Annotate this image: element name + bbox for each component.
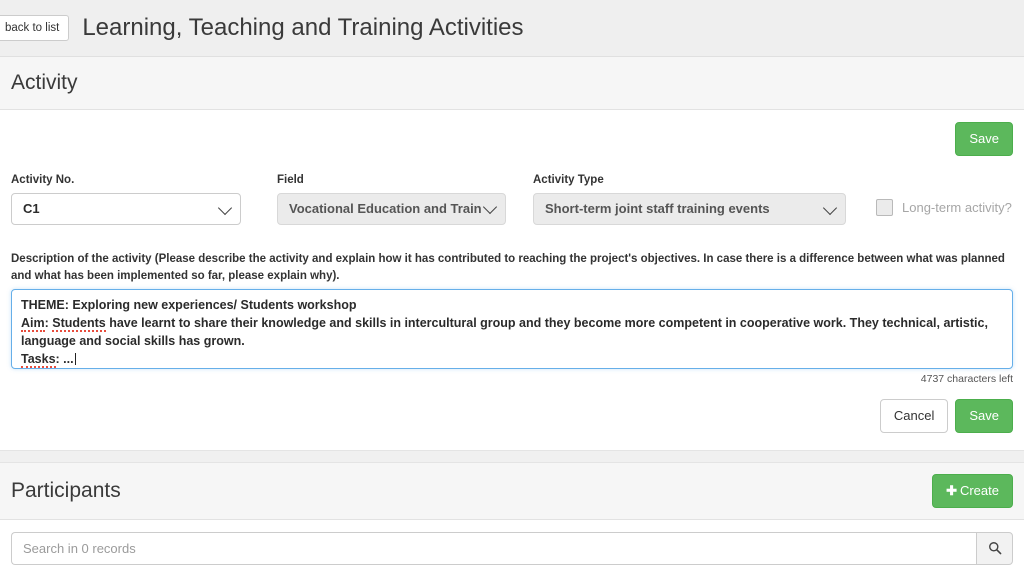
activity-toolbar: Save bbox=[11, 110, 1013, 168]
plus-icon: ✚ bbox=[946, 483, 957, 499]
misspelled-word: Aim bbox=[21, 316, 45, 333]
description-line-4-rest: : ... bbox=[55, 352, 74, 367]
misspelled-word: Tasks bbox=[21, 352, 56, 369]
search-input[interactable] bbox=[11, 531, 976, 565]
characters-left-counter: 4737 characters left bbox=[920, 373, 1013, 386]
activity-form-actions: Cancel Save bbox=[11, 399, 1013, 450]
section-divider bbox=[0, 449, 1024, 463]
activity-section-title: Activity bbox=[11, 71, 78, 94]
participants-section-header: Participants ✚ Create bbox=[0, 462, 1024, 520]
chevron-down-icon bbox=[482, 200, 498, 215]
participants-section-title: Participants bbox=[11, 478, 121, 502]
description-line-3: language and social skills has grown. bbox=[21, 334, 245, 349]
activity-section-header: Activity bbox=[0, 57, 1024, 110]
activity-no-value: C1 bbox=[23, 201, 40, 217]
save-top-button[interactable]: Save bbox=[955, 122, 1013, 156]
chevron-down-icon bbox=[822, 200, 838, 216]
activity-field-row: Activity No. C1 Field Vocational Educati… bbox=[11, 168, 1013, 225]
activity-type-value: Short-term joint staff training events bbox=[545, 201, 770, 217]
misspelled-word: Students bbox=[52, 316, 106, 333]
field-label: Field bbox=[277, 174, 304, 186]
long-term-activity-group: Long-term activity? bbox=[876, 192, 1012, 225]
long-term-activity-checkbox bbox=[876, 199, 893, 217]
activity-type-group: Activity Type Short-term joint staff tra… bbox=[533, 173, 846, 225]
cancel-button[interactable]: Cancel bbox=[879, 399, 949, 433]
long-term-activity-label: Long-term activity? bbox=[902, 200, 1012, 216]
description-line-2: Aim: Students have learnt to share their… bbox=[21, 316, 988, 333]
activity-type-select: Short-term joint staff training events bbox=[533, 192, 846, 225]
activity-no-group: Activity No. C1 bbox=[11, 173, 241, 225]
description-line-2-rest: have learnt to share their knowledge and… bbox=[105, 316, 988, 331]
description-label: Description of the activity (Please desc… bbox=[11, 252, 1005, 282]
participants-search-row bbox=[0, 520, 1024, 565]
activity-type-label: Activity Type bbox=[533, 174, 604, 186]
page-title: Learning, Teaching and Training Activiti… bbox=[82, 14, 524, 41]
create-participant-button[interactable]: ✚ Create bbox=[932, 474, 1013, 508]
field-select: Vocational Education and Train bbox=[277, 192, 506, 225]
description-textarea[interactable]: THEME: Exploring new experiences/ Studen… bbox=[11, 289, 1013, 370]
chevron-down-icon bbox=[217, 200, 233, 216]
save-button[interactable]: Save bbox=[955, 399, 1013, 433]
create-participant-label: Create bbox=[959, 483, 999, 499]
back-to-list-button[interactable]: back to list bbox=[0, 14, 70, 42]
field-value: Vocational Education and Train bbox=[289, 201, 482, 217]
field-group: Field Vocational Education and Train bbox=[277, 173, 506, 225]
search-icon bbox=[988, 542, 1001, 555]
search-button[interactable] bbox=[976, 531, 1013, 565]
activity-no-select[interactable]: C1 bbox=[11, 192, 241, 225]
description-line-4: Tasks: ... bbox=[21, 350, 1003, 369]
topbar: back to list Learning, Teaching and Trai… bbox=[0, 0, 1024, 57]
activity-panel: Save Activity No. C1 Field Vocational Ed… bbox=[0, 110, 1024, 450]
activity-no-label: Activity No. bbox=[11, 174, 75, 186]
description-line-1: THEME: Exploring new experiences/ Studen… bbox=[21, 298, 357, 313]
text-cursor bbox=[74, 353, 76, 366]
